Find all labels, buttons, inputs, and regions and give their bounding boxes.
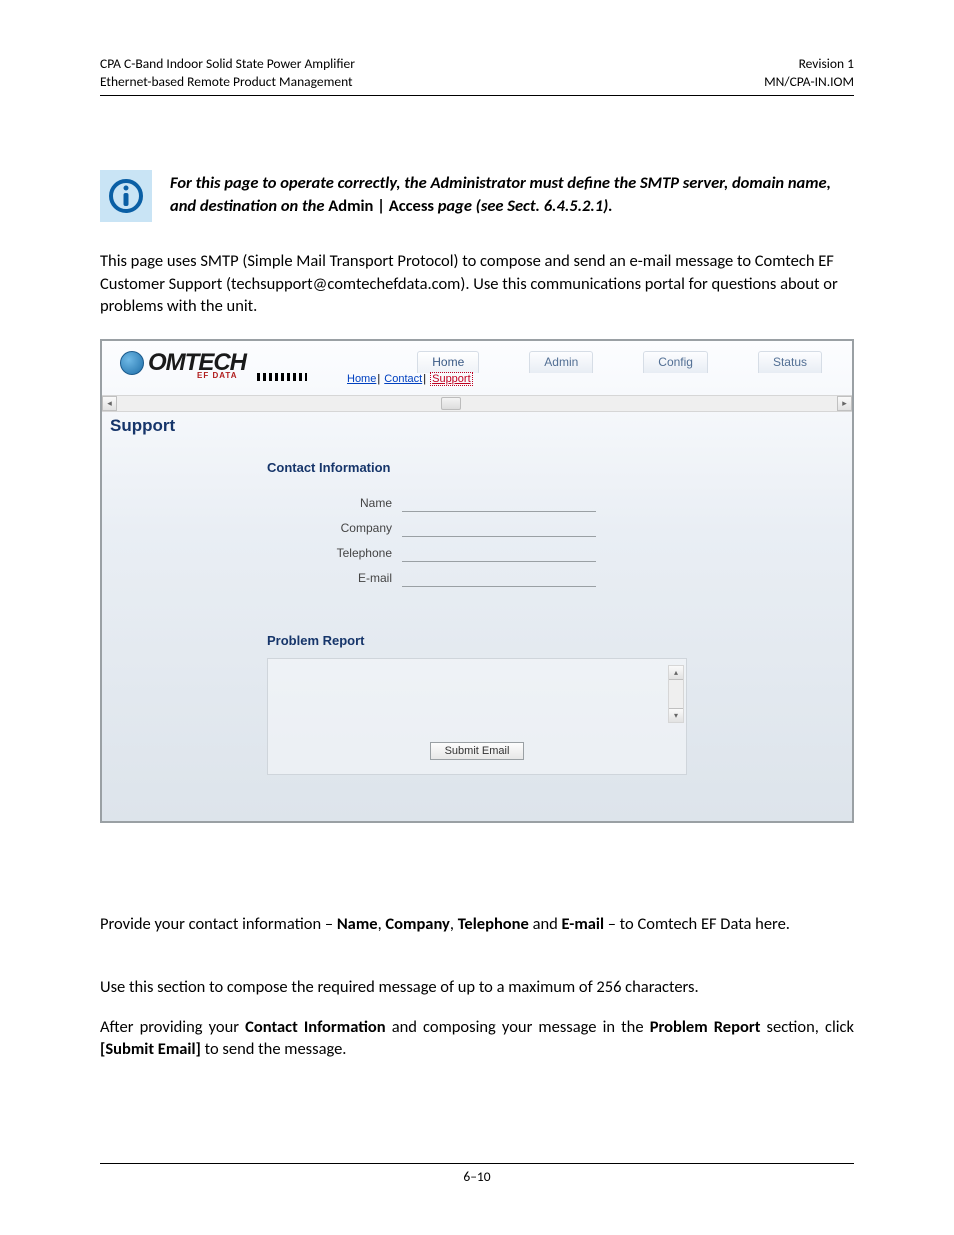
subtab-contact[interactable]: Contact: [384, 373, 422, 385]
scroll-up-button[interactable]: ▴: [669, 666, 683, 680]
txt: Provide your contact information –: [100, 914, 337, 934]
intro-paragraph: This page uses SMTP (Simple Mail Transpo…: [100, 250, 854, 317]
logo-globe-icon: [120, 351, 144, 375]
header-right-line2: MN/CPA-IN.IOM: [764, 73, 854, 91]
paragraph-compose-instruction: Use this section to compose the required…: [100, 976, 854, 998]
txt: ,: [450, 914, 458, 934]
label-email: E-mail: [267, 571, 402, 585]
tab-home[interactable]: Home: [417, 351, 479, 373]
logo-stripes-icon: [257, 373, 307, 381]
header-right: Revision 1 MN/CPA-IN.IOM: [764, 55, 854, 91]
field-row-name: Name: [267, 493, 687, 512]
subtab-sep: |: [376, 373, 381, 385]
page-number: 6–10: [100, 1168, 854, 1185]
running-header: CPA C-Band Indoor Solid State Power Ampl…: [100, 55, 854, 91]
bold-submit-email: [Submit Email]: [100, 1039, 201, 1059]
footer-rule: [100, 1163, 854, 1164]
bold-telephone: Telephone: [458, 914, 529, 934]
scroll-right-button[interactable]: ▸: [837, 396, 852, 411]
txt: – to Comtech EF Data here.: [604, 914, 790, 934]
tab-status[interactable]: Status: [758, 351, 822, 373]
page-footer: 6–10: [100, 1163, 854, 1185]
input-telephone[interactable]: [402, 543, 596, 562]
webui-screenshot: OMTECH EF DATA Home Admin Config Status …: [100, 339, 854, 823]
horizontal-scrollbar[interactable]: ◂ ▸: [102, 395, 852, 412]
label-telephone: Telephone: [267, 546, 402, 560]
input-name[interactable]: [402, 493, 596, 512]
txt: and: [529, 914, 562, 934]
scroll-thumb[interactable]: [441, 397, 461, 410]
scroll-left-button[interactable]: ◂: [102, 396, 117, 411]
label-name: Name: [267, 496, 402, 510]
subtab-home[interactable]: Home: [347, 373, 376, 385]
admonition-seg2: Admin | Access: [328, 196, 434, 216]
txt: to send the message.: [201, 1039, 347, 1059]
bold-contact-info: Contact Information: [245, 1017, 385, 1037]
tab-admin[interactable]: Admin: [529, 351, 593, 373]
input-company[interactable]: [402, 518, 596, 537]
header-left-line1: CPA C-Band Indoor Solid State Power Ampl…: [100, 55, 355, 73]
contact-info-heading: Contact Information: [267, 460, 687, 475]
info-icon: [100, 170, 152, 222]
subtab-support[interactable]: Support: [430, 372, 473, 386]
page-title: Support: [102, 412, 852, 436]
header-rule: [100, 95, 854, 96]
tab-config[interactable]: Config: [643, 351, 708, 373]
field-row-company: Company: [267, 518, 687, 537]
paragraph-contact-instruction: Provide your contact information – Name,…: [100, 913, 854, 935]
problem-report-box: ▴ ▾ Submit Email: [267, 658, 687, 775]
txt: After providing your: [100, 1017, 245, 1037]
bold-name: Name: [337, 914, 378, 934]
problem-report-heading: Problem Report: [267, 633, 687, 648]
bold-company: Company: [385, 914, 449, 934]
paragraph-submit-instruction: After providing your Contact Information…: [100, 1016, 854, 1061]
main-tab-bar: Home Admin Config Status: [417, 351, 822, 373]
header-left-line2: Ethernet-based Remote Product Management: [100, 73, 355, 91]
subtab-sep: |: [422, 373, 427, 385]
logo-subtext: EF DATA: [197, 371, 237, 380]
label-company: Company: [267, 521, 402, 535]
admonition-seg3: page (see Sect. 6.4.5.2.1).: [434, 196, 613, 216]
txt: section, click: [760, 1017, 854, 1037]
scroll-track[interactable]: [117, 396, 837, 411]
bold-email: E-mail: [562, 914, 604, 934]
field-row-telephone: Telephone: [267, 543, 687, 562]
submit-email-button[interactable]: Submit Email: [430, 742, 525, 760]
scroll-down-button[interactable]: ▾: [669, 708, 683, 722]
problem-report-textarea[interactable]: [278, 669, 676, 725]
input-email[interactable]: [402, 568, 596, 587]
bold-problem-report: Problem Report: [650, 1017, 761, 1037]
field-row-email: E-mail: [267, 568, 687, 587]
sub-tab-bar: Home| Contact| Support: [347, 373, 473, 385]
admonition-text: For this page to operate correctly, the …: [170, 170, 854, 217]
txt: and composing your message in the: [386, 1017, 650, 1037]
admonition-callout: For this page to operate correctly, the …: [100, 170, 854, 222]
header-left: CPA C-Band Indoor Solid State Power Ampl…: [100, 55, 355, 91]
textarea-scrollbar[interactable]: ▴ ▾: [668, 665, 684, 723]
header-right-line1: Revision 1: [764, 55, 854, 73]
